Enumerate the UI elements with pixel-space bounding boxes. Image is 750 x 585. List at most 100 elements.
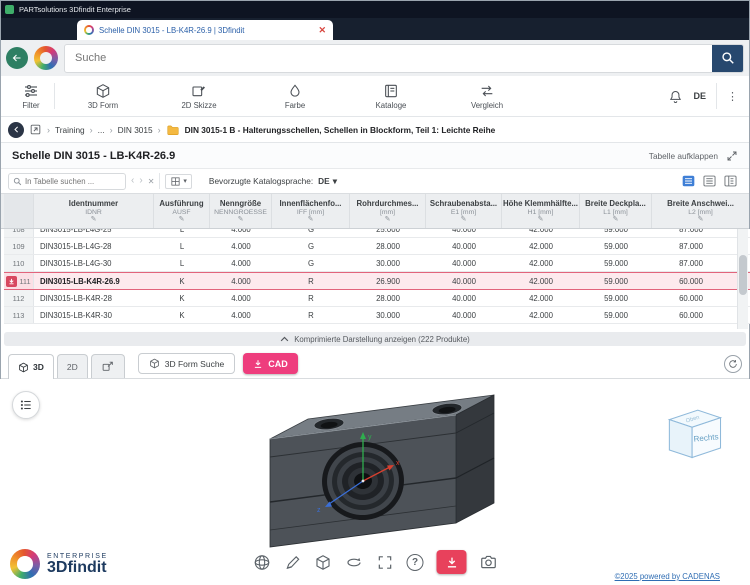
edit-column-icon[interactable]: ✎ <box>238 216 244 223</box>
app-window: PARTsolutions 3Dfindit Enterprise Schell… <box>0 0 750 585</box>
arrow-left-icon <box>12 54 21 62</box>
compare-button[interactable]: Vergleich <box>439 83 535 110</box>
column-header-ausfuehrung[interactable]: Ausführung AUSF ✎ <box>154 194 210 228</box>
next-match-button[interactable]: › <box>139 176 142 186</box>
edit-column-icon[interactable]: ✎ <box>91 216 97 223</box>
cell-anschweiss: 60.000 <box>679 310 703 320</box>
compact-view-toggle[interactable]: Komprimierte Darstellung anzeigen (222 P… <box>4 332 746 346</box>
compact-view-label: Komprimierte Darstellung anzeigen (222 P… <box>294 334 470 344</box>
refresh-view-icon <box>729 359 737 368</box>
3d-form-search-button[interactable]: 3D Form Suche <box>137 353 236 374</box>
edit-column-icon[interactable]: ✎ <box>385 216 391 223</box>
cube-icon <box>96 83 110 98</box>
expand-table-button[interactable]: Tabelle aufklappen <box>649 150 738 162</box>
help-button[interactable]: ? <box>406 553 424 571</box>
cell-schraubenabstand: 40.000 <box>452 293 476 303</box>
view-list-icon[interactable] <box>702 174 717 188</box>
cell-rohrdurchmesser: 25.000 <box>376 229 400 234</box>
column-header-breite-deckplatte[interactable]: Breite Deckpla... L1 [mm] ✎ <box>580 194 652 228</box>
folder-icon <box>167 125 179 135</box>
3d-viewer-canvas[interactable]: y z x Rechts Oben ? ENTERPRISE 3Dfindit … <box>0 379 750 585</box>
browser-tab[interactable]: Schelle DIN 3015 - LB-K4R-26.9 | 3Dfindi… <box>77 20 333 40</box>
cell-deckplatte: 59.000 <box>604 276 628 286</box>
navigation-cube[interactable]: Rechts Oben <box>658 395 730 467</box>
table-row[interactable]: 108 DIN3015-LB-L4G-25 L 4.000 G 25.000 4… <box>4 229 750 238</box>
annotation-pen-button[interactable] <box>285 554 302 571</box>
cell-schraubenabstand: 40.000 <box>452 241 476 251</box>
viewer-menu-button[interactable] <box>12 391 40 419</box>
column-header-schraubenabstand[interactable]: Schraubenabsta... E1 [mm] ✎ <box>426 194 502 228</box>
table-row[interactable]: 110 DIN3015-LB-L4G-30 L 4.000 G 30.000 4… <box>4 255 750 272</box>
download-icon <box>255 359 262 368</box>
edit-column-icon[interactable]: ✎ <box>308 216 314 223</box>
column-name: Breite Anschwei... <box>667 199 734 208</box>
search-input[interactable] <box>65 52 712 64</box>
bell-icon[interactable] <box>668 89 683 104</box>
column-header-breite-anschweissplatte[interactable]: Breite Anschwei... L2 [mm] ✎ <box>652 194 750 228</box>
table-row[interactable]: 109 DIN3015-LB-L4G-28 L 4.000 G 28.000 4… <box>4 238 750 255</box>
table-search-input[interactable] <box>25 176 121 186</box>
breadcrumb-item-din3015[interactable]: DIN 3015 <box>118 125 153 135</box>
edit-column-icon[interactable]: ✎ <box>179 216 185 223</box>
2d-sketch-button[interactable]: 2D Skizze <box>151 83 247 110</box>
tab-3d[interactable]: 3D <box>8 354 54 379</box>
filter-button[interactable]: Filter <box>8 83 54 110</box>
rotate-view-button[interactable] <box>345 554 364 571</box>
kebab-menu-icon[interactable]: ⋮ <box>727 90 738 103</box>
column-header-rohrdurchmesser[interactable]: Rohrdurchmes... [mm] ✎ <box>350 194 426 228</box>
prev-match-button[interactable]: ‹ <box>131 176 134 186</box>
cube-icon <box>19 362 28 372</box>
table-row[interactable]: 112 DIN3015-LB-K4R-28 K 4.000 R 28.000 4… <box>4 290 750 307</box>
tab-close-icon[interactable]: ✕ <box>318 25 326 36</box>
download-button[interactable] <box>436 550 467 574</box>
cell-ausf: K <box>179 276 185 286</box>
tab-2d[interactable]: 2D <box>56 354 88 378</box>
language-switcher[interactable]: DE <box>693 91 706 101</box>
catalogs-button[interactable]: Kataloge <box>343 83 439 110</box>
breadcrumb-item-ellipsis[interactable]: ... <box>98 125 105 135</box>
cadenas-copyright-link[interactable]: ©2025 powered by CADENAS <box>615 572 720 581</box>
column-header-nenngroesse[interactable]: Nenngröße NENNGROESSE ✎ <box>210 194 272 228</box>
table-vertical-scrollbar[interactable] <box>737 229 748 329</box>
solid-view-button[interactable] <box>315 554 332 571</box>
column-name: Höhe Klemmhälfte... <box>503 199 578 208</box>
breadcrumb-back-button[interactable] <box>8 121 24 138</box>
tab-sketch-derive[interactable] <box>90 354 125 378</box>
up-level-icon[interactable] <box>29 123 42 136</box>
mesh-quality-button[interactable] <box>253 553 272 572</box>
logo-arc-icon <box>10 549 40 579</box>
back-button[interactable] <box>6 47 28 69</box>
search-button[interactable] <box>712 44 743 72</box>
view-detail-icon[interactable] <box>723 174 738 188</box>
edit-column-icon[interactable]: ✎ <box>538 216 544 223</box>
fit-view-button[interactable] <box>377 554 394 571</box>
edit-column-icon[interactable]: ✎ <box>698 216 704 223</box>
column-name: Innenflächenfo... <box>279 199 342 208</box>
column-header-identnummer[interactable]: Identnummer IDNR ✎ <box>34 194 154 228</box>
3d-model[interactable]: y z x <box>232 381 532 551</box>
color-search-button[interactable]: Farbe <box>247 83 343 110</box>
row-number: 113 <box>4 307 34 323</box>
cell-rohrdurchmesser: 28.000 <box>376 241 400 251</box>
column-header-innenflaechenform[interactable]: Innenflächenfo... IFF [mm] ✎ <box>272 194 350 228</box>
cube-icon <box>316 554 330 570</box>
edit-column-icon[interactable]: ✎ <box>613 216 619 223</box>
column-picker-button[interactable]: ▾ <box>165 173 192 189</box>
viewer-options-button[interactable] <box>724 354 742 373</box>
3d-form-button[interactable]: 3D Form <box>55 83 151 110</box>
table-row[interactable]: 113 DIN3015-LB-K4R-30 K 4.000 R 30.000 4… <box>4 307 750 324</box>
breadcrumb-item-training[interactable]: Training <box>55 125 85 135</box>
column-header-hoehe-klemmhaelften[interactable]: Höhe Klemmhälfte... H1 [mm] ✎ <box>502 194 580 228</box>
table-row-selected[interactable]: 111 DIN3015-LB-K4R-26.9 K 4.000 R 26.900… <box>4 272 750 290</box>
clear-search-button[interactable]: ✕ <box>148 177 155 186</box>
scrollbar-thumb[interactable] <box>739 255 747 295</box>
cad-download-button[interactable]: CAD <box>243 353 298 374</box>
cell-iff: G <box>307 241 315 251</box>
edit-column-icon[interactable]: ✎ <box>461 216 467 223</box>
screenshot-button[interactable] <box>480 553 498 571</box>
catalog-language-dropdown[interactable]: DE ▾ <box>318 176 337 186</box>
home-logo-button[interactable] <box>34 46 58 70</box>
expand-table-label: Tabelle aufklappen <box>648 150 718 161</box>
view-table-active-icon[interactable] <box>681 174 696 188</box>
catalog-language-value: DE <box>318 176 330 186</box>
